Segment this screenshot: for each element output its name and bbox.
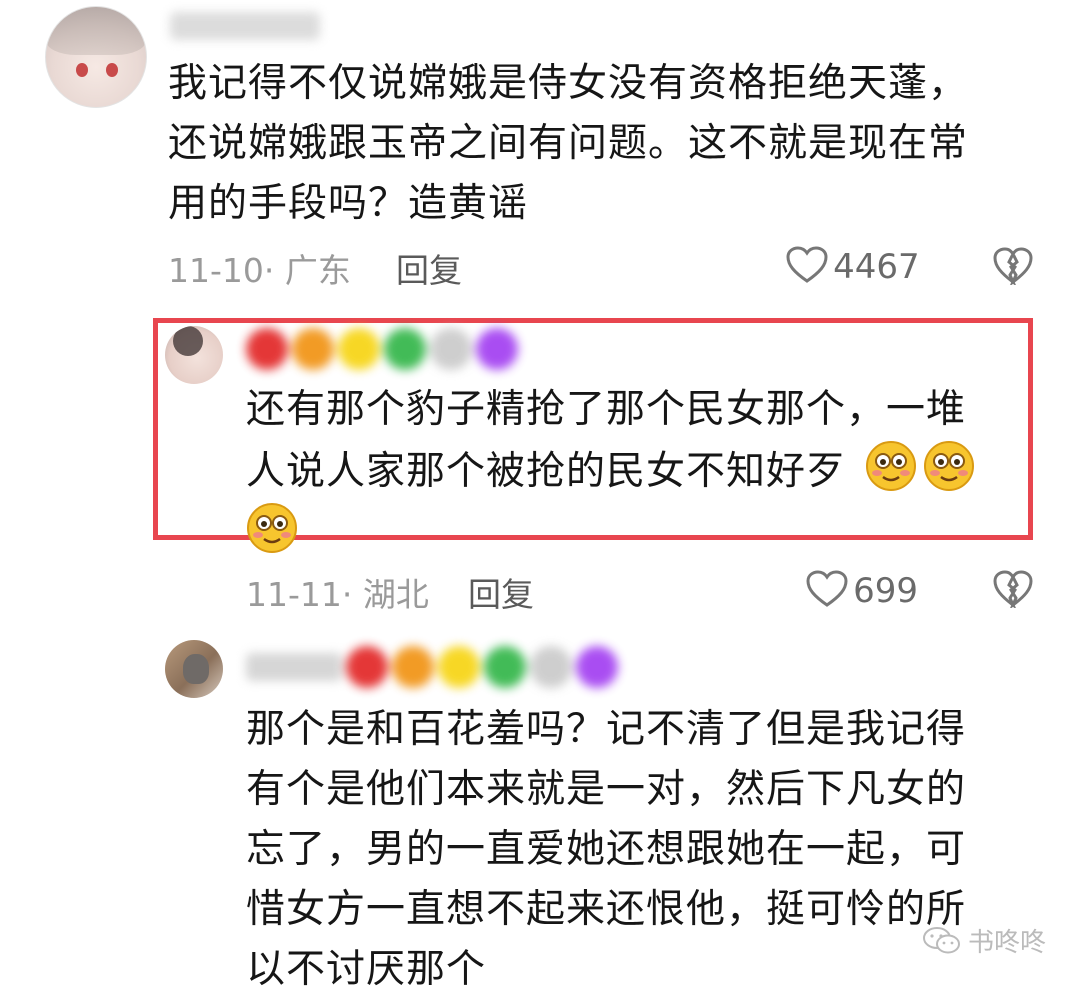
avatar[interactable] — [45, 6, 147, 108]
meta-separator: · — [263, 251, 275, 290]
smiling-blush-emoji — [247, 503, 297, 553]
broken-heart-icon — [993, 570, 1033, 610]
dislike-button[interactable] — [993, 247, 1033, 289]
meta-separator: · — [341, 575, 353, 614]
comment-location: 湖北 — [362, 575, 429, 614]
comment-text: 那个是和百花羞吗？记不清了但是我记得 有个是他们本来就是一对，然后下凡女的 忘了… — [246, 707, 967, 992]
like-button[interactable]: 4467 — [786, 246, 920, 287]
heart-icon — [786, 246, 828, 283]
comment-text: 我记得不仅说嫦娥是侍女没有资格拒绝天蓬， 还说嫦娥跟玉帝之间有问题。这不就是现在… — [168, 61, 969, 226]
reply-button[interactable]: 回复 — [468, 568, 534, 616]
comment-text: 还有那个豹子精抢了那个民女那个，一堆 人说人家那个被抢的民女不知好歹 — [246, 380, 1006, 564]
like-button[interactable]: 699 — [806, 570, 918, 611]
comment-meta: 11-11· 湖北 — [246, 568, 429, 616]
comment-meta: 11-10· 广东 — [168, 244, 351, 292]
avatar[interactable] — [165, 326, 223, 384]
like-count: 699 — [853, 571, 918, 611]
broken-heart-icon — [993, 247, 1033, 287]
wechat-icon — [923, 926, 960, 953]
comment-date: 11-10 — [168, 251, 264, 290]
smiling-blush-emoji — [924, 441, 975, 491]
watermark: 书咚咚 — [922, 922, 1046, 959]
dislike-button[interactable] — [993, 570, 1033, 612]
comment-location: 广东 — [284, 251, 351, 290]
username-redacted — [246, 328, 518, 370]
avatar[interactable] — [165, 640, 223, 698]
username-redacted — [246, 646, 618, 688]
comment-date: 11-11 — [246, 575, 342, 614]
watermark-text: 书咚咚 — [968, 928, 1047, 958]
like-count: 4467 — [833, 247, 920, 287]
heart-icon — [806, 570, 848, 607]
smiling-blush-emoji — [866, 441, 917, 491]
reply-button[interactable]: 回复 — [396, 244, 462, 292]
username-redacted — [170, 12, 320, 40]
